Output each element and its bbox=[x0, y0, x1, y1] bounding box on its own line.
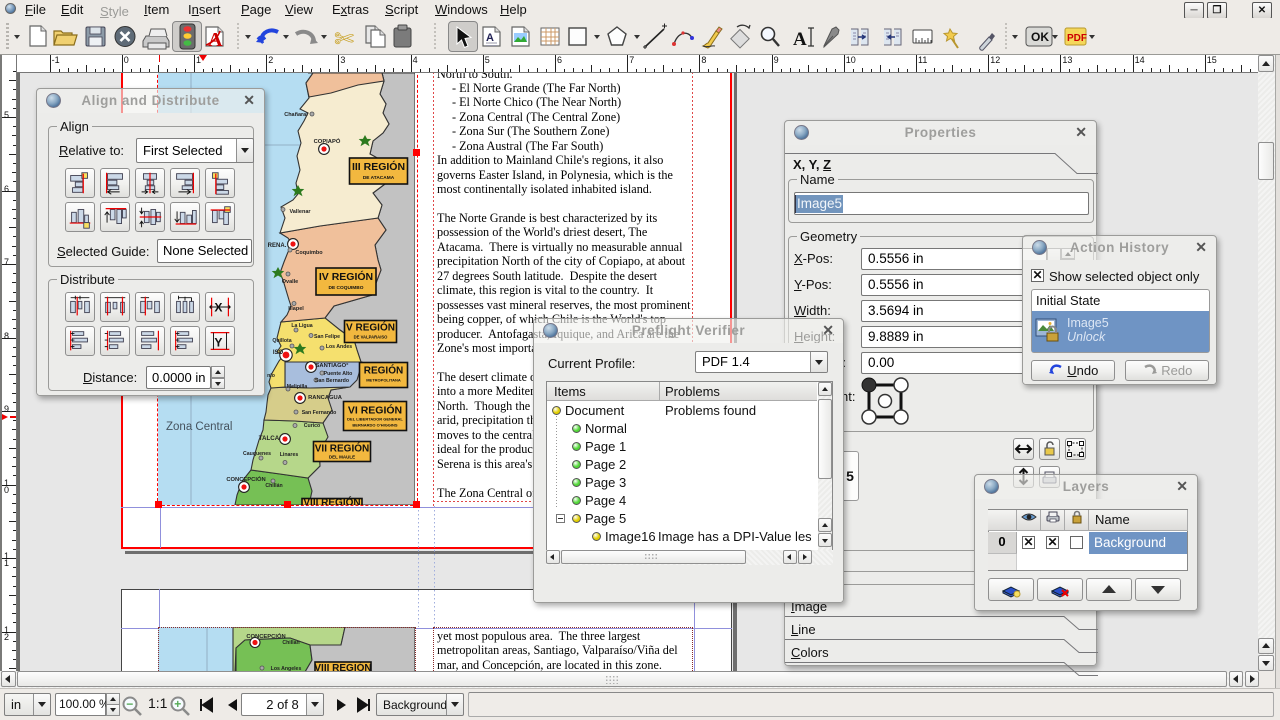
svg-text:+: + bbox=[174, 697, 181, 711]
svg-text:OK: OK bbox=[1031, 30, 1049, 44]
svg-text:Y: Y bbox=[214, 336, 222, 350]
svg-text:✄: ✄ bbox=[334, 26, 354, 53]
svg-text:X: X bbox=[214, 301, 222, 315]
svg-text:PDF: PDF bbox=[1067, 33, 1087, 44]
svg-text:A: A bbox=[793, 29, 807, 50]
svg-text:A: A bbox=[208, 29, 223, 51]
svg-text:−: − bbox=[126, 697, 133, 711]
svg-text:A: A bbox=[486, 32, 494, 44]
